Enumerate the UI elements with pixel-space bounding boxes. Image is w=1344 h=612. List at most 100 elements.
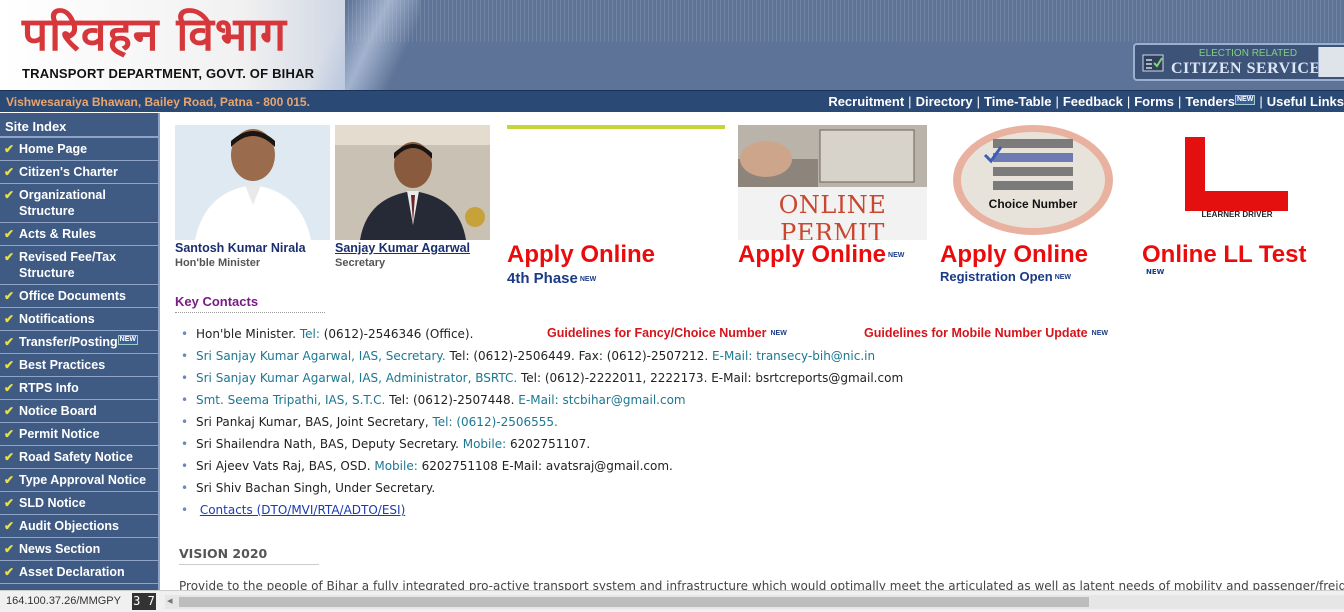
sidebar-item-best-practices[interactable]: ✔ Best Practices <box>0 354 158 377</box>
sidebar-item-label: Transfer/Posting <box>19 335 118 349</box>
nav-link-forms[interactable]: Forms <box>1134 94 1174 109</box>
sidebar-item-label: News Section <box>19 542 101 556</box>
sidebar-item-rtps-info[interactable]: ✔ RTPS Info <box>0 377 158 400</box>
scroll-left-icon[interactable]: ◂ <box>167 594 173 607</box>
new-badge: NEW <box>888 252 905 260</box>
check-icon: ✔ <box>4 496 15 510</box>
sidebar-item-acts-rules[interactable]: ✔ Acts & Rules <box>0 223 158 246</box>
citizen-services-label: CITIZEN SERVICES <box>1171 60 1331 77</box>
nav-link-feedback[interactable]: Feedback <box>1063 94 1123 109</box>
contact-name: Sri Ajeev Vats Raj, BAS, OSD. <box>196 459 371 473</box>
sidebar-item-office-documents[interactable]: ✔ Office Documents <box>0 285 158 308</box>
site-header: परिवहन विभाग TRANSPORT DEPARTMENT, GOVT.… <box>0 0 1344 90</box>
sidebar-item-citizens-charter[interactable]: ✔ Citizen's Charter <box>0 161 158 184</box>
learner-driver-label: LEARNER DRIVER <box>1201 210 1273 219</box>
sidebar-item-road-safety-notice[interactable]: ✔ Road Safety Notice <box>0 446 158 469</box>
apply-online-permit[interactable]: Apply Online NEW <box>738 241 904 269</box>
check-icon: ✔ <box>4 565 15 579</box>
learner-driver-image[interactable]: LEARNER DRIVER <box>1163 125 1311 240</box>
new-badge: NEW <box>579 275 597 283</box>
contact-name: Sri Shiv Bachan Singh, Under Secretary. <box>196 481 436 495</box>
sidebar-item-permit-notice[interactable]: ✔ Permit Notice <box>0 423 158 446</box>
fourth-phase-label: 4th Phase NEW <box>507 270 596 287</box>
nav-link-useful-links[interactable]: Useful Links <box>1267 94 1344 109</box>
list-item: Sri Shiv Bachan Singh, Under Secretary. <box>181 477 1081 499</box>
sidebar-item-label: Office Documents <box>19 289 126 303</box>
registration-open-text: Registration Open <box>940 269 1053 284</box>
online-ll-test[interactable]: Online LL Test <box>1142 241 1306 269</box>
check-icon: ✔ <box>4 404 15 418</box>
registration-open-label: Registration Open NEW <box>940 269 1071 284</box>
contact-email[interactable]: E-Mail: transecy-bih@nic.in <box>708 349 875 363</box>
apply-online-4th-phase[interactable]: Apply Online <box>507 241 655 269</box>
minister-title: Hon'ble Minister <box>175 257 261 269</box>
contact-phone: Tel: (0612)-2507448. <box>385 393 515 407</box>
nav-link-tenders[interactable]: Tenders NEW <box>1185 94 1256 109</box>
list-item: Hon'ble Minister. Tel: (0612)-2546346 (O… <box>181 323 1081 345</box>
nav-link-time-table[interactable]: Time-Table <box>984 94 1051 109</box>
list-item: Smt. Seema Tripathi, IAS, S.T.C. Tel: (0… <box>181 389 1081 411</box>
top-navbar: Vishwesaraiya Bhawan, Bailey Road, Patna… <box>0 90 1344 112</box>
sidebar-item-label: Permit Notice <box>19 427 100 441</box>
sidebar-item-notice-board[interactable]: ✔ Notice Board <box>0 400 158 423</box>
check-icon: ✔ <box>4 519 15 533</box>
contacts-dto-link[interactable]: Contacts (DTO/MVI/RTA/ADTO/ESI) <box>200 503 405 517</box>
check-icon: ✔ <box>4 250 15 264</box>
secretary-photo <box>335 125 490 240</box>
online-permit-image[interactable]: ONLINE PERMIT <box>738 125 927 240</box>
sidebar-item-notifications[interactable]: ✔ Notifications <box>0 308 158 331</box>
separator: | <box>1259 94 1263 109</box>
sidebar-item-asset-declaration[interactable]: ✔ Asset Declaration <box>0 561 158 584</box>
election-citizen-services-banner[interactable]: ELECTION RELATED CITIZEN SERVICES <box>1133 43 1344 81</box>
sidebar-item-label: Revised Fee/Tax Structure <box>19 250 117 280</box>
sidebar-item-revised-fee-tax[interactable]: ✔ Revised Fee/Tax Structure <box>0 246 158 285</box>
contact-name: Hon'ble Minister. <box>196 327 300 341</box>
separator: | <box>1055 94 1059 109</box>
check-icon: ✔ <box>4 381 15 395</box>
minister-name: Santosh Kumar Nirala <box>175 241 306 255</box>
sidebar-item-label: Asset Declaration <box>19 565 125 579</box>
nav-link-recruitment[interactable]: Recruitment <box>828 94 904 109</box>
online-permit-label: ONLINE PERMIT <box>778 191 887 240</box>
secretary-name-link[interactable]: Sanjay Kumar Agarwal <box>335 241 470 255</box>
sidebar-item-sld-notice[interactable]: ✔ SLD Notice <box>0 492 158 515</box>
contact-phone-email[interactable]: 6202751108 E-Mail: avatsraj@gmail.com. <box>418 459 673 473</box>
new-badge: NEW <box>1146 268 1165 276</box>
sidebar-item-news-section[interactable]: ✔ News Section <box>0 538 158 561</box>
contact-phone: Tel: (0612)-2506555. <box>428 415 558 429</box>
sidebar-item-organizational-structure[interactable]: ✔ Organizational Structure <box>0 184 158 223</box>
status-url: 164.100.37.26/MMGPY <box>6 595 121 607</box>
contact-label: Tel: <box>299 327 320 341</box>
sidebar-item-audit-objections[interactable]: ✔ Audit Objections <box>0 515 158 538</box>
list-item: Sri Pankaj Kumar, BAS, Joint Secretary, … <box>181 411 1081 433</box>
person-icon <box>1318 47 1344 77</box>
choice-number-label: Choice Number <box>988 197 1078 211</box>
sidebar-item-home-page[interactable]: ✔ Home Page <box>0 138 158 161</box>
sidebar-item-type-approval-notice[interactable]: ✔ Type Approval Notice <box>0 469 158 492</box>
new-badge: NEW <box>1054 274 1072 282</box>
minister-photo <box>175 125 330 240</box>
vision-heading: VISION 2020 <box>179 546 319 565</box>
apply-online-choice-number[interactable]: Apply Online <box>940 241 1088 269</box>
sidebar-item-label: RTPS Info <box>19 381 79 395</box>
choice-number-image[interactable]: Choice Number <box>945 125 1131 240</box>
check-icon: ✔ <box>4 142 15 156</box>
sidebar-item-label: Type Approval Notice <box>19 473 147 487</box>
contact-email[interactable]: E-Mail: stcbihar@gmail.com <box>514 393 685 407</box>
contact-phone: 6202751107. <box>506 437 591 451</box>
contact-email[interactable]: E-Mail: bsrtcreports@gmail.com <box>707 371 903 385</box>
check-icon: ✔ <box>4 289 15 303</box>
new-badge: NEW <box>117 334 138 345</box>
contact-name: Sri Shailendra Nath, BAS, Deputy Secreta… <box>196 437 459 451</box>
contact-name: Sri Pankaj Kumar, BAS, Joint Secretary, <box>196 415 429 429</box>
scrollbar-thumb[interactable] <box>179 597 1089 607</box>
horizontal-scrollbar[interactable]: ◂ <box>165 594 1344 609</box>
sidebar-item-label: Road Safety Notice <box>19 450 133 464</box>
sidebar-item-transfer-posting[interactable]: ✔ Transfer/Posting NEW <box>0 331 158 354</box>
check-icon: ✔ <box>4 227 15 241</box>
nav-link-directory[interactable]: Directory <box>916 94 973 109</box>
new-badge: NEW <box>1234 94 1256 105</box>
learner-l-graphic <box>1185 137 1288 211</box>
hindi-title: परिवहन विभाग <box>22 7 288 61</box>
english-title: TRANSPORT DEPARTMENT, GOVT. OF BIHAR <box>22 66 315 81</box>
